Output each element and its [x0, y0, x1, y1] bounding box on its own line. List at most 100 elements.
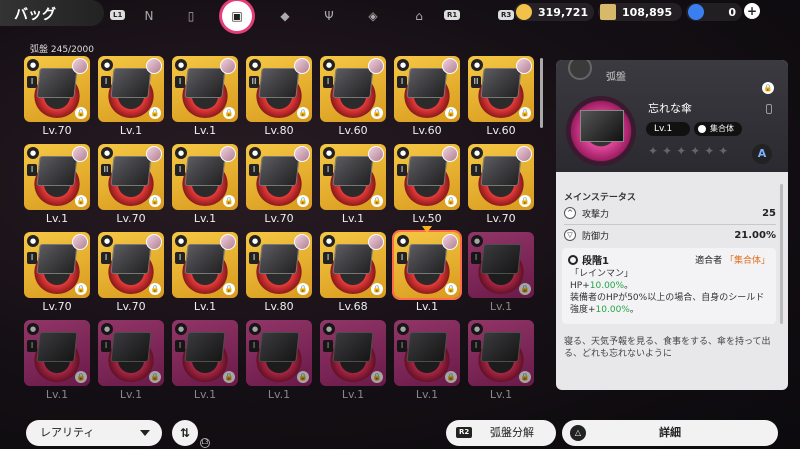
n-logo-icon: N	[144, 9, 154, 23]
character-avatar	[294, 58, 310, 74]
sort-order-button[interactable]: ⇅	[172, 420, 198, 446]
disc-level: Lv.80	[264, 300, 294, 313]
disc-card[interactable]: ● I 🔒 Lv.50	[394, 144, 460, 228]
disc-level: Lv.1	[193, 124, 217, 137]
detail-scrollbar[interactable]	[780, 184, 783, 324]
disc-card[interactable]: ● I 🔒 Lv.1	[24, 320, 90, 401]
character-avatar	[146, 58, 162, 74]
disc-case-art	[332, 156, 374, 186]
rank-mark: I	[27, 164, 37, 176]
tab-cube[interactable]: ◆	[272, 3, 298, 29]
stat-attack: ^ 攻撃力 25	[564, 206, 776, 220]
l3-key-hint: L3	[200, 438, 210, 448]
rank-mark: I	[471, 164, 481, 176]
attribute-icon: ●	[397, 59, 409, 71]
attribute-icon: ●	[101, 147, 113, 159]
detail-button[interactable]: △ 詳細	[562, 420, 778, 446]
character-avatar	[442, 234, 458, 250]
disc-card[interactable]: ● I 🔒 Lv.1	[320, 144, 386, 228]
stat-defense-label: 防御力	[582, 231, 610, 242]
stat-defense: ▽ 防御力 21.00%	[564, 228, 776, 242]
decompose-button[interactable]: R2 弧盤分解	[446, 420, 556, 446]
disc-case-art	[580, 110, 624, 142]
grid-scrollbar[interactable]	[540, 58, 543, 128]
disc-card[interactable]: ● I 🔒 Lv.1	[394, 226, 460, 316]
shield-suffix: 。	[629, 305, 639, 315]
lock-icon: 🔒	[223, 195, 235, 207]
disc-card[interactable]: ● I 🔒 Lv.1	[98, 56, 164, 140]
disc-card[interactable]: ● I 🔒 Lv.70	[98, 232, 164, 316]
attack-icon: ^	[564, 207, 576, 219]
effect-stage: 段階1	[568, 252, 609, 267]
disc-card[interactable]: ● I 🔒 Lv.70	[468, 144, 534, 228]
disc-card[interactable]: ● II 🔒 Lv.70	[98, 144, 164, 228]
effect-shield: 装備者のHPが50%以上の場合、自身のシールド強度+10.00%。	[570, 292, 770, 316]
attribute-icon: ●	[249, 235, 261, 247]
lock-icon: 🔒	[445, 283, 457, 295]
disc-ring-art	[404, 338, 450, 382]
tab-package[interactable]: ◈	[360, 3, 386, 29]
tab-disc-card[interactable]: ▣	[222, 1, 252, 31]
disc-level: Lv.1	[267, 388, 291, 401]
item-name: 忘れな傘	[648, 102, 692, 115]
disc-card-art: ● I 🔒	[24, 232, 90, 298]
ticket-value: 108,895	[622, 5, 673, 19]
disc-level: Lv.1	[489, 300, 513, 313]
disc-card[interactable]: ● I 🔒 Lv.1	[172, 232, 238, 316]
disc-card[interactable]: ● I 🔒 Lv.68	[320, 232, 386, 316]
tab-food[interactable]: Ψ	[316, 3, 342, 29]
disc-case-art	[332, 68, 374, 98]
disc-card[interactable]: ● I 🔒 Lv.1	[172, 320, 238, 401]
disc-card[interactable]: ● I 🔒 Lv.1	[246, 320, 312, 401]
character-avatar	[368, 146, 384, 162]
disc-card-art: ● II 🔒	[468, 56, 534, 122]
character-avatar	[146, 146, 162, 162]
effect-box: 段階1 適合者 「集合体」 「レインマン」 HP+10.00%。 装備者のHPが…	[562, 248, 776, 324]
tab-handheld[interactable]: ▯	[178, 3, 204, 29]
attribute-icon: ●	[471, 59, 483, 71]
disc-card[interactable]: ● I 🔒 Lv.1	[394, 320, 460, 401]
add-gem-button[interactable]: +	[744, 3, 760, 19]
disc-case-art	[110, 68, 152, 98]
disc-card[interactable]: ● I 🔒 Lv.1	[172, 144, 238, 228]
lock-icon: 🔒	[371, 283, 383, 295]
disc-card[interactable]: ● I 🔒 Lv.1	[24, 144, 90, 228]
ticket-icon	[600, 4, 616, 20]
disc-card[interactable]: ● I 🔒 Lv.1	[320, 320, 386, 401]
lock-icon[interactable]: 🔒	[762, 82, 774, 94]
attribute-icon: ●	[175, 59, 187, 71]
disc-case-art	[110, 156, 152, 186]
disc-case-art	[258, 156, 300, 186]
disc-card[interactable]: ● I 🔒 Lv.80	[246, 232, 312, 316]
lock-icon: 🔒	[75, 195, 87, 207]
lock-icon: 🔒	[519, 195, 531, 207]
disc-card[interactable]: ● I 🔒 Lv.60	[394, 56, 460, 140]
stage-label: 段階1	[582, 256, 609, 267]
disc-card[interactable]: ● I 🔒 Lv.70	[24, 56, 90, 140]
disc-level: Lv.1	[45, 388, 69, 401]
disc-level: Lv.1	[489, 388, 513, 401]
disc-case-art	[406, 332, 448, 362]
lock-icon: 🔒	[445, 107, 457, 119]
disc-card-art: ● I 🔒	[172, 144, 238, 210]
disc-card[interactable]: ● I 🔒 Lv.70	[24, 232, 90, 316]
disc-card[interactable]: ● II 🔒 Lv.60	[468, 56, 534, 140]
tab-house[interactable]: ⌂	[406, 3, 432, 29]
tab-n-logo[interactable]: N	[136, 3, 162, 29]
attribute-icon: ●	[27, 235, 39, 247]
r1-key-hint: R1	[444, 10, 461, 20]
disc-card[interactable]: ● II 🔒 Lv.80	[246, 56, 312, 140]
disc-card[interactable]: ● I 🔒 Lv.1	[172, 56, 238, 140]
sort-dropdown[interactable]: レアリティ	[26, 420, 162, 446]
disc-card[interactable]: ● I 🔒 Lv.1	[468, 320, 534, 401]
defense-icon: ▽	[564, 229, 576, 241]
character-avatar	[220, 58, 236, 74]
hp-value: 10.00%	[589, 281, 625, 291]
disc-card[interactable]: ● I 🔒 Lv.60	[320, 56, 386, 140]
disc-card[interactable]: ● I 🔒 Lv.1	[98, 320, 164, 401]
disc-card[interactable]: ● I 🔒 Lv.1	[468, 232, 534, 316]
disc-level: Lv.1	[193, 388, 217, 401]
house-icon: ⌂	[415, 9, 423, 23]
disc-level: Lv.60	[486, 124, 516, 137]
disc-card[interactable]: ● I 🔒 Lv.70	[246, 144, 312, 228]
